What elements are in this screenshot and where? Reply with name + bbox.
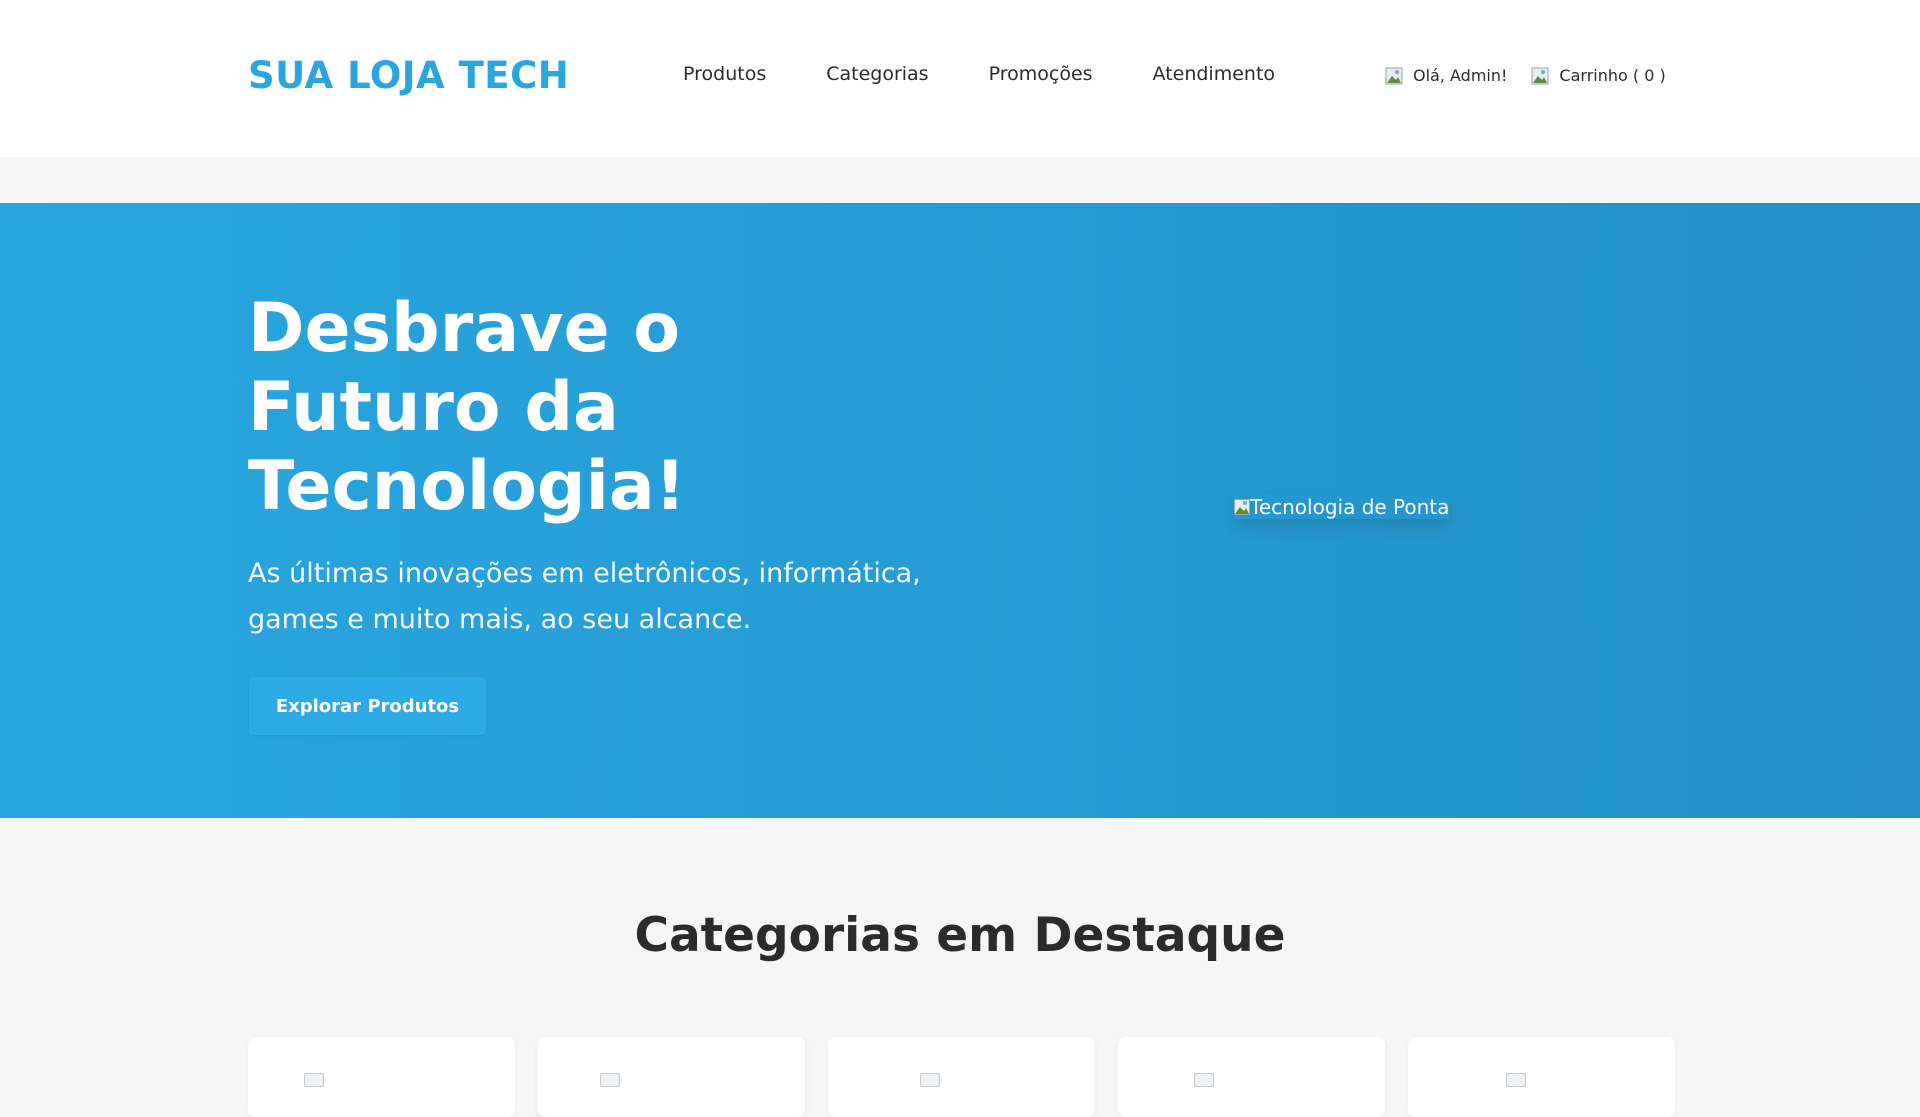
category-card[interactable] (248, 1037, 515, 1117)
hero-image-alt-text: Tecnologia de Ponta (1250, 495, 1450, 519)
user-icon (1385, 67, 1403, 85)
user-area: Olá, Admin! Carrinho ( 0 ) (1385, 66, 1666, 85)
categories-section-title: Categorias em Destaque (634, 908, 1286, 963)
store-logo[interactable]: SUA LOJA TECH (248, 54, 569, 97)
category-card[interactable] (828, 1037, 1095, 1117)
category-image-icon (1506, 1073, 1526, 1087)
cart-label: Carrinho ( 0 ) (1559, 66, 1666, 85)
hero-image: Tecnologia de Ponta (1234, 495, 1449, 519)
nav-link-categorias[interactable]: Categorias (826, 63, 928, 85)
user-greeting: Olá, Admin! (1413, 66, 1508, 85)
category-image-icon (1194, 1073, 1214, 1087)
main-nav: Produtos Categorias Promoções Atendiment… (683, 63, 1335, 85)
nav-link-produtos[interactable]: Produtos (683, 63, 766, 85)
category-image-icon (920, 1073, 940, 1087)
explore-products-button[interactable]: Explorar Produtos (249, 677, 486, 735)
category-card[interactable] (1118, 1037, 1385, 1117)
category-image-icon (304, 1073, 324, 1087)
broken-image-icon (1234, 499, 1250, 515)
hero-title: Desbrave o Futuro da Tecnologia! (248, 289, 686, 526)
nav-link-atendimento[interactable]: Atendimento (1153, 63, 1276, 85)
category-image-icon (600, 1073, 620, 1087)
user-account-link[interactable]: Olá, Admin! (1385, 66, 1531, 85)
cart-link[interactable]: Carrinho ( 0 ) (1531, 66, 1666, 85)
category-grid (248, 1037, 1676, 1117)
hero-banner: Desbrave o Futuro da Tecnologia! As últi… (0, 203, 1920, 818)
cart-icon (1531, 67, 1549, 85)
nav-link-promocoes[interactable]: Promoções (989, 63, 1093, 85)
hero-subtitle: As últimas inovações em eletrônicos, inf… (248, 558, 921, 635)
category-card[interactable] (538, 1037, 805, 1117)
category-card[interactable] (1408, 1037, 1675, 1117)
site-header: SUA LOJA TECH Produtos Categorias Promoç… (0, 0, 1920, 157)
